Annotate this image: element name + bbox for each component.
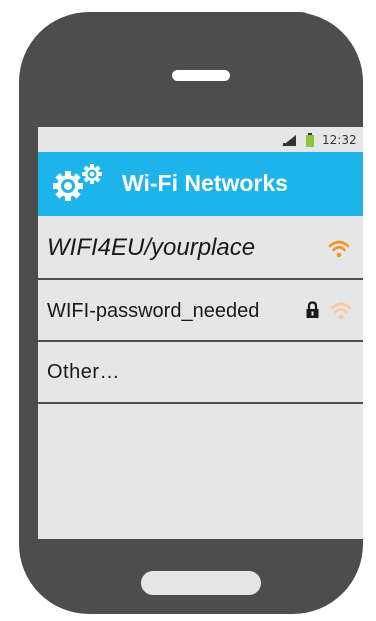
status-time: 12:32 <box>322 133 357 147</box>
lock-icon <box>306 301 319 318</box>
network-name: WIFI4EU/yourplace <box>47 234 256 261</box>
signal-strength-icon <box>282 135 296 146</box>
network-item-other[interactable]: Other… <box>38 342 363 404</box>
network-name: Other… <box>47 361 121 383</box>
network-item-password-needed[interactable]: WIFI-password_needed <box>38 280 363 342</box>
settings-gears-icon[interactable] <box>48 164 110 202</box>
battery-icon <box>306 133 314 147</box>
app-header: Wi-Fi Networks <box>38 152 363 216</box>
page-title: Wi-Fi Networks <box>122 170 288 196</box>
home-button[interactable] <box>141 571 261 595</box>
phone-speaker <box>172 70 230 81</box>
wifi-signal-icon <box>328 240 350 258</box>
status-bar: 12:32 <box>38 127 363 152</box>
network-name: WIFI-password_needed <box>47 300 260 322</box>
wifi-signal-icon <box>330 302 352 320</box>
phone-screen: 12:32 Wi-Fi Networks WIFI4EU/yourplace W… <box>38 127 363 539</box>
network-item-wifi4eu[interactable]: WIFI4EU/yourplace <box>38 220 363 280</box>
